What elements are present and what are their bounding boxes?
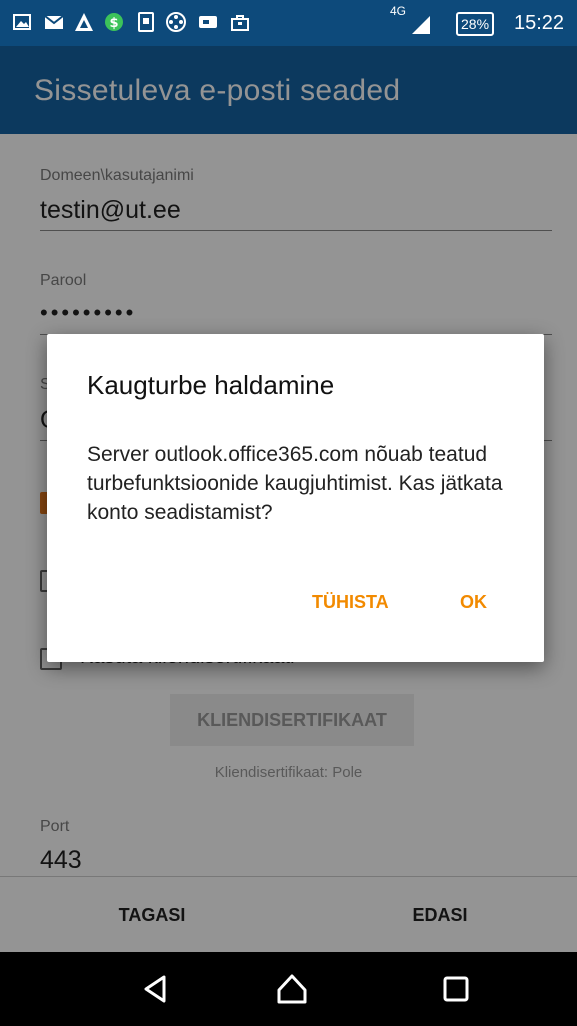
chat-icon <box>199 16 217 28</box>
svg-text:$: $ <box>109 16 118 31</box>
money-app-icon: $ <box>105 13 123 31</box>
back-icon[interactable] <box>135 969 175 1009</box>
file-app-icon <box>138 12 154 32</box>
signal-icon <box>412 16 430 34</box>
status-bar: $ 4G 28% 15:22 <box>0 0 577 46</box>
briefcase-icon <box>231 15 249 31</box>
battery-level: 28% <box>461 16 490 32</box>
recents-icon[interactable] <box>436 969 476 1009</box>
dialog-title: Kaugturbe haldamine <box>87 370 335 400</box>
ok-button[interactable]: OK <box>460 592 487 613</box>
dialog-message: Server outlook.office365.com nõuab teatu… <box>87 443 503 524</box>
mail-icon <box>44 15 64 29</box>
network-type: 4G <box>390 4 407 18</box>
battery-icon: 28% <box>456 12 495 36</box>
home-icon[interactable] <box>272 969 312 1009</box>
picture-icon <box>13 14 31 30</box>
cancel-button[interactable]: TÜHISTA <box>312 592 389 613</box>
navigation-bar <box>0 952 577 1026</box>
clock: 15:22 <box>514 11 565 34</box>
remote-security-dialog: Kaugturbe haldamine Server outlook.offic… <box>47 334 544 662</box>
film-icon <box>166 12 186 32</box>
alert-app-icon <box>75 13 93 31</box>
